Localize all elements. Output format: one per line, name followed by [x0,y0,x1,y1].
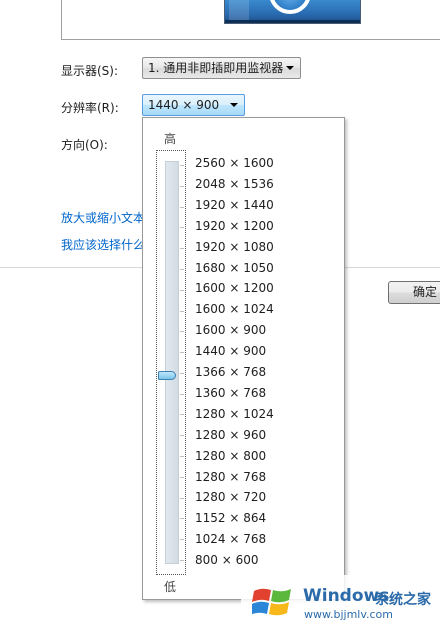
resolution-select[interactable]: 1440 × 900 [142,94,245,116]
resolution-option[interactable]: 1440 × 900 [195,341,315,361]
monitor-label: 显示器(S): [61,64,119,78]
taskbar-preview [225,20,360,23]
slider-tick [180,268,184,270]
which-to-choose-link[interactable]: 我应该选择什么 [61,236,145,253]
watermark-url: www.bjjmlv.com [304,608,393,621]
monitor-number-badge [269,0,311,14]
resolution-option[interactable]: 1152 × 864 [195,508,315,528]
chevron-down-icon [230,103,238,107]
resolution-option[interactable]: 1920 × 1200 [195,216,315,236]
slider-tick [180,331,184,333]
slider-tick [180,227,184,229]
slider-tick [180,497,184,499]
resolution-select-value: 1440 × 900 [148,98,220,112]
enlarge-text-link[interactable]: 放大或缩小文本 [61,209,145,226]
monitor-select[interactable]: 1. 通用非即插即用监视器 [142,57,301,79]
resolution-slider[interactable] [156,150,186,575]
desktop-gadget-bar [229,0,249,20]
resolution-label: 分辨率(R): [61,101,119,115]
resolution-option[interactable]: 1680 × 1050 [195,258,315,278]
resolution-option[interactable]: 1280 × 1024 [195,404,315,424]
slider-tick [180,248,184,250]
slider-thumb[interactable] [158,370,176,380]
slider-tick [180,372,184,374]
resolution-option[interactable]: 1024 × 768 [195,529,315,549]
slider-tick [180,560,184,561]
resolution-option[interactable]: 1600 × 900 [195,320,315,340]
slider-tick [180,352,184,354]
slider-tick [180,476,184,478]
resolution-option[interactable]: 1280 × 960 [195,425,315,445]
slider-tick [180,435,184,437]
monitor-select-value: 1. 通用非即插即用监视器 [148,61,284,75]
windows-logo-icon [252,588,291,616]
resolution-option[interactable]: 1360 × 768 [195,383,315,403]
slider-tick [180,393,184,395]
resolution-option[interactable]: 1600 × 1024 [195,299,315,319]
ok-button-label: 确定 [413,285,438,299]
orientation-label: 方向(O): [61,138,108,152]
resolution-option[interactable]: 1920 × 1080 [195,237,315,257]
slider-tick [180,310,184,312]
resolution-option[interactable]: 1280 × 768 [195,467,315,487]
resolution-option[interactable]: 800 × 600 [195,550,315,570]
slider-track[interactable] [165,161,179,564]
watermark-chinese: 系统之家 [375,592,431,608]
slider-tick [180,518,184,520]
ok-button[interactable]: 确定 [388,281,440,304]
slider-tick [180,289,184,291]
resolution-dropdown[interactable]: 高 2560 × 1600 2048 × 1536 1920 × 1440 1920 … [142,117,345,600]
slider-tick [180,165,184,166]
low-label: 低 [164,580,177,594]
resolution-option[interactable]: 1366 × 768 [195,362,315,382]
slider-tick [180,539,184,541]
slider-tick [180,206,184,208]
monitor-preview-icon[interactable] [224,0,361,24]
resolution-option[interactable]: 1920 × 1440 [195,195,315,215]
resolution-option[interactable]: 2560 × 1600 [195,153,315,173]
resolution-option[interactable]: 1600 × 1200 [195,278,315,298]
slider-tick [180,185,184,187]
high-label: 高 [164,132,177,146]
resolution-option[interactable]: 1280 × 800 [195,446,315,466]
slider-tick [180,456,184,458]
chevron-down-icon [286,66,294,70]
slider-tick [180,414,184,416]
resolution-option[interactable]: 1280 × 720 [195,487,315,507]
resolution-option[interactable]: 2048 × 1536 [195,174,315,194]
